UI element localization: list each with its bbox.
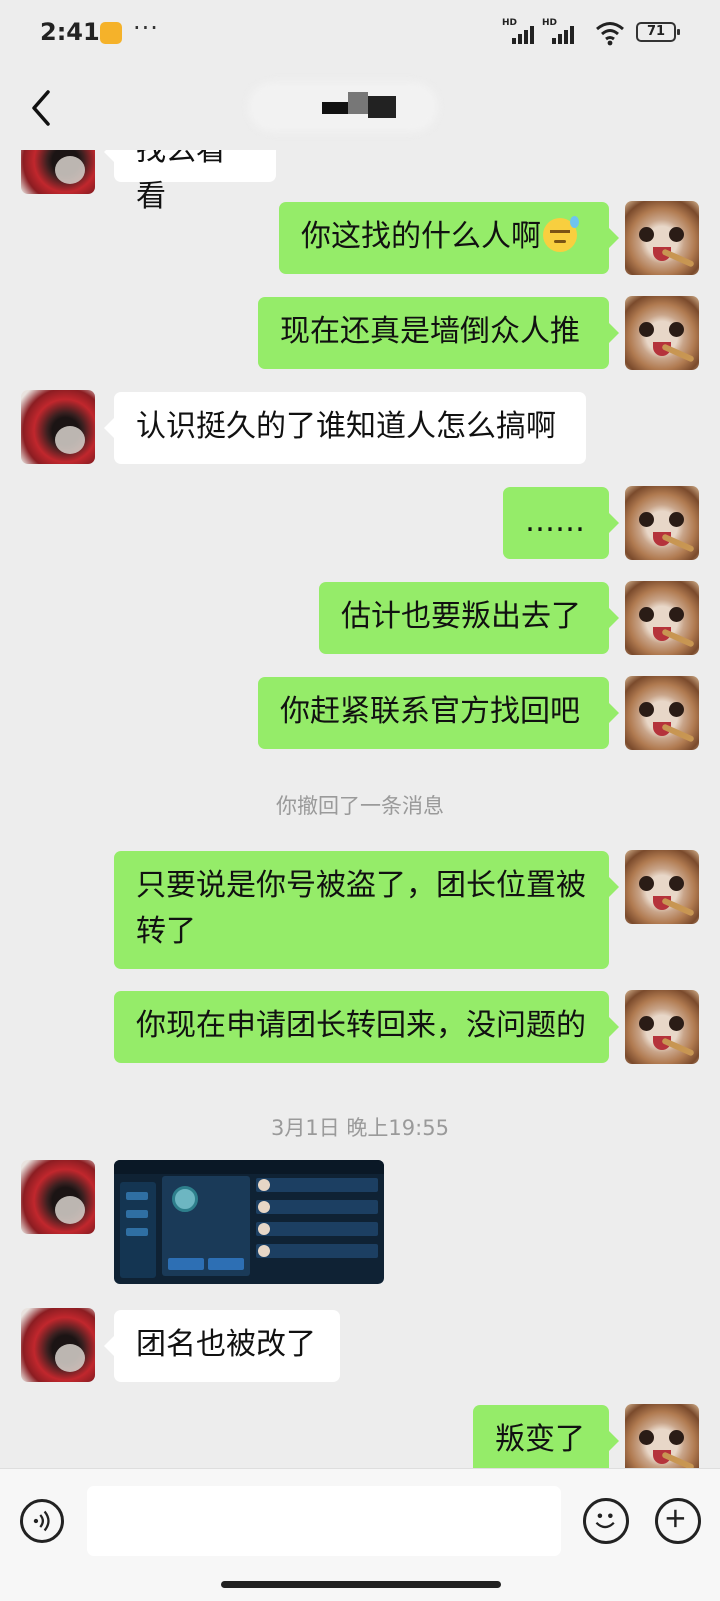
battery-indicator: 71 — [636, 22, 680, 42]
message-text: 叛变了 — [495, 1422, 585, 1457]
timestamp: 3月1日 晚上19:55 — [271, 1116, 449, 1140]
signal-hd-label: HD — [502, 18, 518, 28]
my-avatar[interactable] — [625, 296, 699, 370]
my-avatar[interactable] — [625, 990, 699, 1064]
message-bubble[interactable]: 估计也要叛出去了 — [319, 582, 619, 654]
message-bubble[interactable]: 你赶紧联系官方找回吧 — [258, 677, 619, 749]
message-bubble[interactable]: 团名也被改了 — [104, 1310, 340, 1382]
signal-icon: HD — [502, 18, 536, 46]
my-avatar[interactable] — [625, 201, 699, 275]
chevron-left-icon[interactable] — [22, 86, 62, 130]
my-avatar[interactable] — [625, 581, 699, 655]
message-text: 只要说是你号被盗了，团长位置被转了 — [136, 868, 586, 949]
contact-avatar[interactable] — [21, 1160, 95, 1234]
message-text: 团名也被改了 — [136, 1327, 316, 1362]
wifi-icon — [596, 22, 624, 46]
message-input[interactable] — [87, 1486, 561, 1556]
message-text: …… — [525, 504, 585, 539]
chat-header — [0, 68, 720, 150]
plus-icon[interactable] — [655, 1498, 701, 1544]
message-text: 你这找的什么人啊 — [301, 219, 541, 254]
emoji-icon[interactable] — [583, 1498, 629, 1544]
message-text: 你赶紧联系官方找回吧 — [280, 694, 580, 729]
status-bar: 2:41 ··· HD HD 71 — [0, 0, 720, 68]
message-text: 认识挺久的了谁知道人怎么搞啊 — [136, 409, 556, 444]
home-indicator[interactable] — [221, 1581, 501, 1588]
contact-avatar[interactable] — [21, 390, 95, 464]
signal-hd-label-2: HD — [542, 18, 558, 28]
my-avatar[interactable] — [625, 486, 699, 560]
contact-avatar[interactable] — [21, 150, 95, 194]
message-list[interactable]: 找么看看 你这找的什么人啊 现在还真是墙倒众人推 认识挺久的了谁知道人怎么搞啊 … — [0, 150, 720, 1468]
chat-title-redacted — [322, 92, 404, 122]
message-text: 你现在申请团长转回来，没问题的 — [136, 1008, 586, 1043]
voice-icon[interactable] — [20, 1499, 64, 1543]
contact-avatar[interactable] — [21, 1308, 95, 1382]
message-bubble[interactable]: 你这找的什么人啊 — [279, 202, 619, 274]
more-notifications-icon: ··· — [133, 14, 159, 42]
notification-app-icon — [100, 22, 122, 44]
message-bubble[interactable]: 认识挺久的了谁知道人怎么搞啊 — [104, 392, 586, 464]
message-bubble[interactable]: 你现在申请团长转回来，没问题的 — [114, 991, 619, 1063]
signal-icon-2: HD — [542, 18, 576, 46]
my-avatar[interactable] — [625, 1404, 699, 1468]
message-bubble[interactable]: 找么看看 — [104, 150, 276, 214]
message-bubble[interactable]: 叛变了 — [473, 1405, 619, 1468]
my-avatar[interactable] — [625, 850, 699, 924]
my-avatar[interactable] — [625, 676, 699, 750]
message-text: 估计也要叛出去了 — [341, 599, 581, 634]
image-message[interactable] — [114, 1160, 384, 1284]
message-text: 现在还真是墙倒众人推 — [280, 314, 580, 349]
recall-notice: 你撤回了一条消息 — [276, 794, 444, 818]
sweat-smile-emoji-icon — [543, 216, 579, 252]
message-bubble[interactable]: 现在还真是墙倒众人推 — [258, 297, 619, 369]
message-bubble[interactable]: …… — [503, 487, 619, 559]
message-bubble[interactable]: 只要说是你号被盗了，团长位置被转了 — [114, 851, 619, 969]
message-text: 找么看看 — [136, 150, 226, 214]
status-time: 2:41 — [40, 18, 100, 46]
